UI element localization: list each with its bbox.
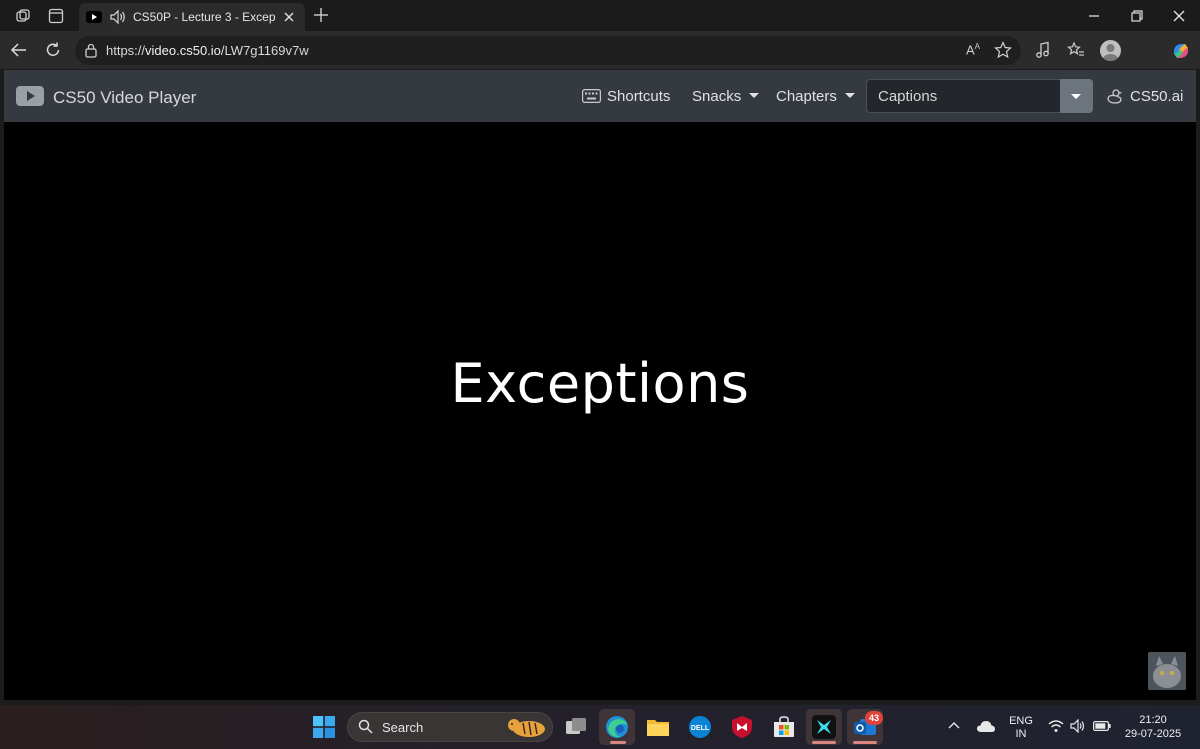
notification-badge: 43: [865, 711, 883, 725]
browser-tab-bar: CS50P - Lecture 3 - Exceptions: [0, 0, 1200, 31]
favorites-collection-icon[interactable]: [1067, 41, 1085, 59]
url-text[interactable]: https://video.cs50.io/LW7g1169v7w: [106, 43, 309, 58]
tiger-highlight-icon: [505, 714, 549, 740]
microsoft-store-icon[interactable]: [772, 715, 796, 739]
captions-dropdown-button[interactable]: [1060, 79, 1093, 113]
dell-app-icon[interactable]: DELL: [688, 715, 712, 739]
shortcuts-link[interactable]: Shortcuts: [607, 88, 670, 105]
chevron-up-icon[interactable]: [948, 721, 960, 729]
snacks-label: Snacks: [692, 88, 742, 105]
file-explorer-icon[interactable]: [646, 716, 670, 738]
cs50-ai-link[interactable]: CS50.ai: [1130, 88, 1183, 105]
media-control-icon[interactable]: [1035, 41, 1051, 59]
captions-selected-value: Captions: [878, 88, 938, 105]
keyboard-icon: [582, 89, 601, 103]
onedrive-cloud-icon[interactable]: [976, 719, 996, 733]
volume-icon[interactable]: [1070, 719, 1086, 733]
tab-close-icon[interactable]: [283, 11, 295, 23]
chapters-label: Chapters: [776, 88, 837, 105]
cursor-active-indicator: [812, 741, 836, 744]
profile-avatar[interactable]: [1100, 40, 1121, 61]
restore-icon[interactable]: [1130, 9, 1144, 23]
cursor-app-icon[interactable]: [812, 715, 836, 739]
caret-down-icon: [1071, 94, 1081, 99]
snacks-dropdown[interactable]: Snacks: [692, 88, 760, 105]
clock-time: 21:20: [1139, 714, 1167, 726]
url-prefix: https://: [106, 43, 146, 58]
refresh-icon[interactable]: [44, 41, 62, 59]
chapters-dropdown[interactable]: Chapters: [776, 88, 855, 105]
back-arrow-icon[interactable]: [10, 42, 28, 58]
search-icon: [358, 719, 373, 734]
video-player-logo-icon[interactable]: [16, 86, 44, 106]
window-close-icon[interactable]: [1172, 9, 1186, 23]
site-info-lock-icon[interactable]: [84, 43, 98, 58]
edge-active-indicator: [610, 741, 626, 744]
svg-text:DELL: DELL: [691, 725, 710, 732]
search-label: Search: [382, 720, 424, 735]
region-code: IN: [1015, 728, 1027, 740]
clock-date: 29-07-2025: [1124, 728, 1182, 740]
copilot-icon[interactable]: [1170, 40, 1192, 62]
favorite-star-icon[interactable]: [994, 41, 1012, 59]
youtube-icon: [86, 10, 102, 24]
url-host: video.cs50.io: [145, 43, 221, 58]
caret-down-icon: [749, 93, 760, 98]
windows-start-icon[interactable]: [313, 716, 335, 738]
task-view-icon[interactable]: [564, 716, 588, 738]
clock[interactable]: 21:20 29-07-2025: [1120, 713, 1186, 741]
video-title-text: Exceptions: [450, 352, 750, 415]
wifi-icon[interactable]: [1048, 719, 1064, 733]
caret-down-icon: [844, 93, 855, 98]
read-aloud-icon[interactable]: AA: [966, 42, 980, 57]
new-tab-plus-icon[interactable]: [313, 7, 329, 23]
webcam-thumbnail[interactable]: [1148, 652, 1186, 690]
edge-browser-icon[interactable]: [605, 715, 629, 739]
duck-icon: [1106, 88, 1124, 106]
active-tab[interactable]: CS50P - Lecture 3 - Exceptions: [79, 3, 305, 31]
language-indicator[interactable]: ENG IN: [1008, 715, 1034, 741]
speaker-icon[interactable]: [109, 9, 127, 25]
mcafee-shield-icon[interactable]: [731, 715, 753, 739]
tab-title: CS50P - Lecture 3 - Exceptions: [133, 10, 275, 24]
battery-icon[interactable]: [1093, 721, 1111, 731]
language-code: ENG: [1009, 715, 1033, 727]
minimize-icon[interactable]: [1087, 9, 1101, 23]
vertical-tabs-icon[interactable]: [48, 8, 64, 24]
brand-title[interactable]: CS50 Video Player: [53, 88, 196, 108]
workspaces-icon[interactable]: [15, 8, 31, 24]
outlook-active-indicator: [853, 741, 877, 744]
url-path: /LW7g1169v7w: [220, 43, 309, 58]
